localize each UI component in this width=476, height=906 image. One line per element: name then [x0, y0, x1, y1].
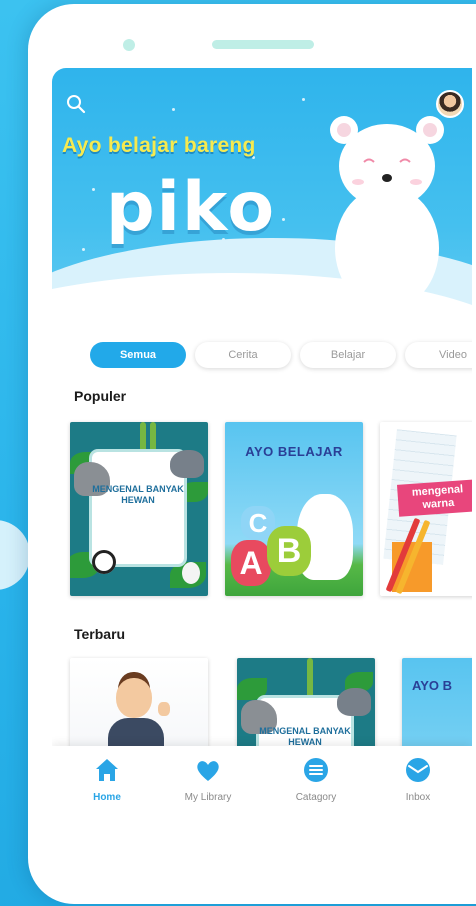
phone-frame: Ayo belajar bareng piko Semua Cerita Bel… [28, 4, 476, 904]
banner-tagline: Ayo belajar bareng [62, 134, 256, 157]
card-title: mengenal warna [396, 479, 472, 517]
nav-home[interactable]: Home [67, 756, 147, 803]
nav-label: Inbox [405, 792, 431, 803]
book-card-mengenal-warna[interactable]: mengenal warna [380, 422, 472, 596]
card-title: MENGENAL BANYAK HEWAN [259, 726, 351, 747]
letter-b: B [267, 526, 311, 576]
hero-banner[interactable]: Ayo belajar bareng piko [52, 68, 472, 333]
inbox-icon [406, 758, 430, 782]
pagination-dot-active[interactable] [259, 293, 264, 298]
rhino-illustration [170, 450, 204, 478]
piko-logo: piko [106, 168, 277, 247]
panda-illustration [92, 550, 116, 574]
app-screen: Ayo belajar bareng piko Semua Cerita Bel… [52, 68, 472, 818]
category-chips: Semua Cerita Belajar Video [90, 342, 472, 368]
pagination-dot[interactable] [248, 293, 253, 298]
nav-catagory[interactable]: Catagory [276, 756, 356, 803]
chip-semua[interactable]: Semua [90, 342, 186, 368]
book-card-ayo-belajar[interactable]: AYO BELAJAR C A B [225, 422, 363, 596]
phone-speaker [212, 40, 314, 49]
chip-video[interactable]: Video [405, 342, 472, 368]
waving-hand [158, 702, 170, 716]
polar-bear-illustration [330, 116, 444, 308]
nav-label: My Library [184, 792, 232, 803]
card-title: AYO B [412, 678, 452, 693]
card-title: AYO BELAJAR [245, 444, 343, 459]
home-icon [96, 759, 118, 781]
pagination-dot[interactable] [270, 293, 275, 298]
background-cloud [0, 520, 30, 590]
heart-icon [197, 761, 219, 781]
nav-my-library[interactable]: My Library [168, 756, 248, 803]
section-title-terbaru: Terbaru [74, 626, 126, 642]
list-icon [304, 758, 328, 782]
bottom-navigation: Home My Library Catagory Inbox [52, 746, 472, 818]
section-title-populer: Populer [74, 388, 127, 404]
letter-a: A [231, 540, 271, 586]
nav-label: Home [93, 792, 121, 803]
phone-camera [123, 39, 135, 51]
book-card-mengenal-hewan[interactable]: MENGENAL BANYAK HEWAN [70, 422, 208, 596]
rhino-illustration [337, 688, 371, 716]
nav-label: Catagory [295, 792, 337, 803]
card-title: MENGENAL BANYAK HEWAN [92, 484, 184, 505]
chip-cerita[interactable]: Cerita [195, 342, 291, 368]
search-icon[interactable] [66, 94, 86, 114]
nav-inbox[interactable]: Inbox [378, 756, 458, 803]
chip-belajar[interactable]: Belajar [300, 342, 396, 368]
boy-illustration [116, 678, 152, 718]
banner-pagination[interactable] [248, 293, 275, 298]
bunny-illustration [182, 562, 200, 584]
